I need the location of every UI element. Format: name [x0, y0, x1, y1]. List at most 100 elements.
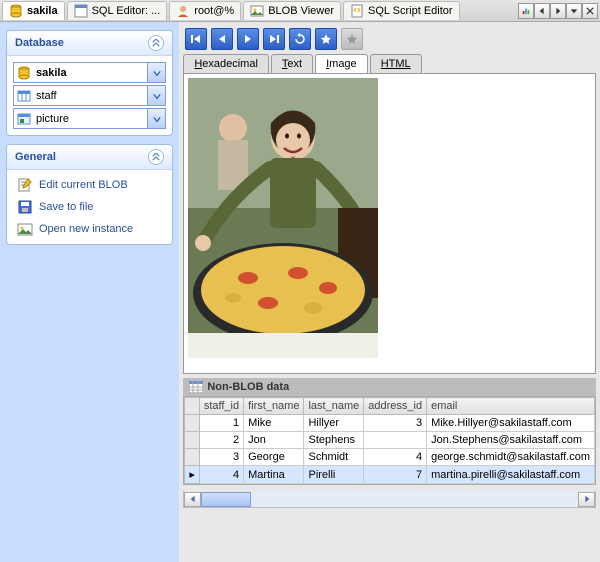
cell-email[interactable]: martina.pirelli@sakilastaff.com	[427, 466, 595, 484]
chevron-down-icon[interactable]	[147, 109, 165, 128]
star-button[interactable]	[315, 28, 337, 50]
cell-last-name[interactable]: Pirelli	[304, 466, 364, 484]
script-icon	[350, 4, 364, 18]
table-row[interactable]: 1MikeHillyer3Mike.Hillyer@sakilastaff.co…	[185, 415, 595, 432]
chart-icon[interactable]	[518, 3, 534, 19]
cell-address-id[interactable]: 4	[364, 449, 427, 466]
cell-email[interactable]: Mike.Hillyer@sakilastaff.com	[427, 415, 595, 432]
column-header[interactable]: staff_id	[199, 398, 243, 415]
db-combo[interactable]: picture	[13, 108, 166, 129]
cell-last-name[interactable]: Stephens	[304, 432, 364, 449]
grid-icon	[189, 381, 203, 393]
blob-view-tabs: HexadecimalTextImageHTML	[183, 54, 596, 74]
collapse-icon[interactable]	[148, 149, 164, 165]
tab-label: BLOB Viewer	[268, 5, 334, 17]
tab-label: sakila	[27, 5, 58, 17]
tab-dropdown[interactable]	[566, 3, 582, 19]
chevron-down-icon[interactable]	[147, 63, 165, 82]
combo-value: sakila	[34, 67, 147, 79]
record-toolbar	[183, 26, 596, 52]
scroll-right-button[interactable]	[578, 492, 595, 507]
first-record-button[interactable]	[185, 28, 207, 50]
view-tab-text[interactable]: Text	[271, 54, 313, 73]
cell-last-name[interactable]: Hillyer	[304, 415, 364, 432]
column-header[interactable]: address_id	[364, 398, 427, 415]
cell-staff-id[interactable]: 4	[199, 466, 243, 484]
combo-value: staff	[34, 90, 147, 102]
cell-first-name[interactable]: Mike	[244, 415, 304, 432]
refresh-button[interactable]	[289, 28, 311, 50]
database-panel-body: sakila staff picture	[7, 56, 172, 135]
chevron-down-icon[interactable]	[147, 86, 165, 105]
tab-label: SQL Editor: ...	[92, 5, 161, 17]
edit-icon	[17, 177, 33, 193]
window-tab[interactable]: SQL Script Editor	[343, 1, 460, 20]
image-column-icon	[14, 112, 34, 126]
prev-record-button[interactable]	[211, 28, 233, 50]
cell-address-id[interactable]: 3	[364, 415, 427, 432]
row-header-corner	[185, 398, 200, 415]
tab-nav-controls	[518, 3, 598, 19]
table-row[interactable]: 2JonStephens Jon.Stephens@sakilastaff.com	[185, 432, 595, 449]
window-tab[interactable]: sakila	[2, 1, 65, 20]
cell-email[interactable]: Jon.Stephens@sakilastaff.com	[427, 432, 595, 449]
combo-value: picture	[34, 113, 147, 125]
general-panel-title: General	[15, 151, 56, 163]
cell-email[interactable]: george.schmidt@sakilastaff.com	[427, 449, 595, 466]
main-split: Database sakila staff picture General Edit…	[0, 22, 600, 562]
table-row[interactable]: 3GeorgeSchmidt4george.schmidt@sakilastaf…	[185, 449, 595, 466]
cell-first-name[interactable]: Jon	[244, 432, 304, 449]
column-header[interactable]: email	[427, 398, 595, 415]
view-tab-html[interactable]: HTML	[370, 54, 422, 73]
scroll-track[interactable]	[201, 492, 578, 507]
non-blob-header: Non-BLOB data	[183, 378, 596, 396]
window-tab[interactable]: root@%	[169, 1, 241, 20]
db-icon	[9, 4, 23, 18]
cell-first-name[interactable]: Martina	[244, 466, 304, 484]
general-link[interactable]: Edit current BLOB	[11, 174, 168, 196]
cell-address-id[interactable]	[364, 432, 427, 449]
data-grid[interactable]: staff_idfirst_namelast_nameaddress_idema…	[183, 396, 596, 485]
database-panel: Database sakila staff picture	[6, 30, 173, 136]
tab-close[interactable]	[582, 3, 598, 19]
horizontal-scrollbar[interactable]	[183, 491, 596, 508]
window-tab[interactable]: BLOB Viewer	[243, 1, 341, 20]
cell-address-id[interactable]: 7	[364, 466, 427, 484]
image-viewer	[183, 74, 596, 374]
db-combo[interactable]: sakila	[13, 62, 166, 83]
cell-last-name[interactable]: Schmidt	[304, 449, 364, 466]
cell-staff-id[interactable]: 1	[199, 415, 243, 432]
view-tab-hexadecimal[interactable]: Hexadecimal	[183, 54, 269, 73]
scroll-left-button[interactable]	[184, 492, 201, 507]
blob-image	[188, 78, 378, 358]
tab-scroll-right[interactable]	[550, 3, 566, 19]
link-label: Save to file	[39, 201, 93, 213]
sidebar: Database sakila staff picture General Edit…	[0, 22, 179, 562]
general-link[interactable]: Save to file	[11, 196, 168, 218]
column-header[interactable]: last_name	[304, 398, 364, 415]
scroll-thumb[interactable]	[201, 492, 251, 507]
user-icon	[176, 4, 190, 18]
row-indicator: ▸	[185, 466, 200, 484]
db-combo[interactable]: staff	[13, 85, 166, 106]
table-row[interactable]: ▸4MartinaPirelli7martina.pirelli@sakilas…	[185, 466, 595, 484]
link-label: Edit current BLOB	[39, 179, 128, 191]
db-icon	[14, 66, 34, 80]
sql-editor-icon	[74, 4, 88, 18]
tab-scroll-left[interactable]	[534, 3, 550, 19]
collapse-icon[interactable]	[148, 35, 164, 51]
cell-first-name[interactable]: George	[244, 449, 304, 466]
window-tab[interactable]: SQL Editor: ...	[67, 1, 168, 20]
last-record-button[interactable]	[263, 28, 285, 50]
general-panel-header: General	[7, 145, 172, 170]
cell-staff-id[interactable]: 3	[199, 449, 243, 466]
cell-staff-id[interactable]: 2	[199, 432, 243, 449]
column-header[interactable]: first_name	[244, 398, 304, 415]
database-panel-title: Database	[15, 37, 64, 49]
general-panel: General Edit current BLOB Save to file Ope…	[6, 144, 173, 245]
row-indicator	[185, 415, 200, 432]
view-tab-image[interactable]: Image	[315, 54, 368, 73]
blob-icon	[250, 4, 264, 18]
next-record-button[interactable]	[237, 28, 259, 50]
general-link[interactable]: Open new instance	[11, 218, 168, 240]
